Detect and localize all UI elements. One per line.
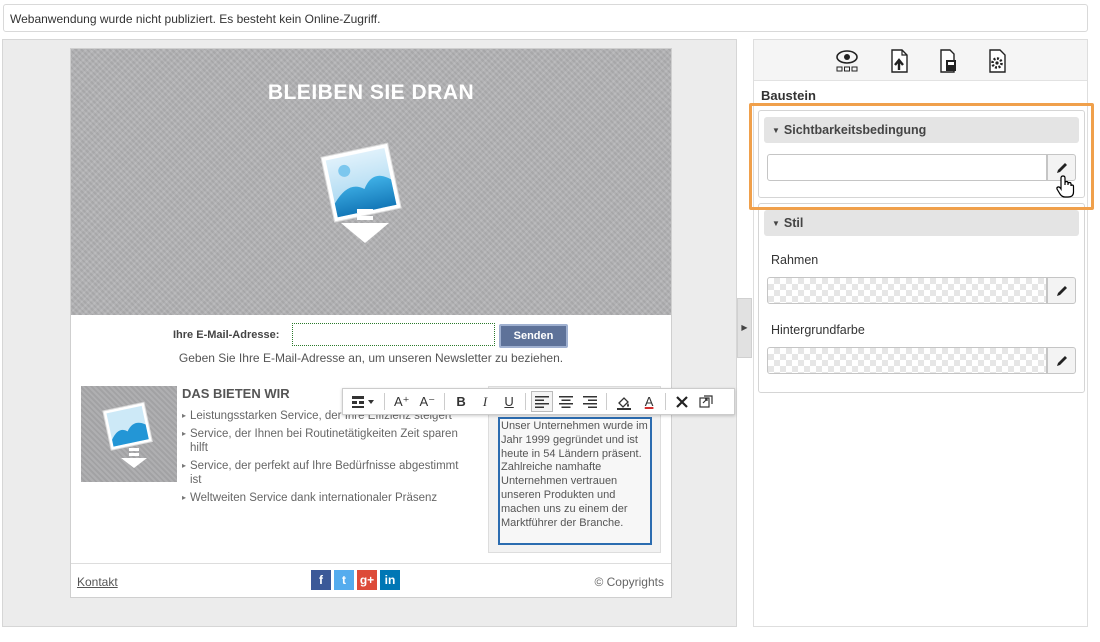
offer-title: DAS BIETEN WIR <box>182 386 290 401</box>
border-label: Rahmen <box>771 253 819 267</box>
insert-element-button[interactable] <box>347 391 379 412</box>
signup-help-text: Geben Sie Ihre E-Mail-Adresse an, um uns… <box>178 351 564 365</box>
panel-heading: Baustein <box>761 88 816 103</box>
border-input[interactable] <box>767 277 1047 304</box>
twitter-icon[interactable]: t <box>334 570 354 590</box>
panel-collapse-toggle[interactable]: ▶ <box>737 298 752 358</box>
list-item: Service, der perfekt auf Ihre Bedürfniss… <box>182 459 472 487</box>
background-color-edit-button[interactable] <box>1047 347 1076 374</box>
about-text-editable[interactable]: Unser Unternehmen wurde im Jahr 1999 geg… <box>498 417 652 545</box>
highlight-color-button[interactable] <box>612 391 636 412</box>
facebook-icon[interactable]: f <box>311 570 331 590</box>
close-icon <box>676 395 688 408</box>
hero-block[interactable]: BLEIBEN SIE DRAN <box>71 49 671 315</box>
contact-link[interactable]: Kontakt <box>77 575 118 589</box>
list-item: Weltweiten Service dank internationaler … <box>182 491 472 505</box>
focus-highlight-frame <box>749 103 1094 210</box>
font-size-decrease-button[interactable]: A⁻ <box>416 391 440 412</box>
align-center-button[interactable] <box>555 391 577 412</box>
email-template: BLEIBEN SIE DRAN Ihre E-Mail-Adresse: Se… <box>70 48 672 598</box>
align-left-button[interactable] <box>531 391 554 412</box>
style-section-header[interactable]: ▼ Stil <box>764 210 1079 236</box>
pencil-icon <box>1056 285 1067 296</box>
social-icons: f t g+ in <box>311 570 400 590</box>
align-left-icon <box>535 395 550 408</box>
google-plus-icon[interactable]: g+ <box>357 570 377 590</box>
clipboard-document-icon[interactable] <box>935 48 961 74</box>
image-placeholder-icon <box>102 401 153 468</box>
background-color-input[interactable] <box>767 347 1047 374</box>
signup-row: Ihre E-Mail-Adresse: Senden <box>71 323 671 348</box>
send-button[interactable]: Senden <box>499 324 568 348</box>
list-item: Service, der Ihnen bei Routinetätigkeite… <box>182 427 472 455</box>
bold-button[interactable]: B <box>450 391 472 412</box>
text-color-button[interactable]: A <box>638 391 660 412</box>
align-center-icon <box>559 395 574 408</box>
copyright-text: © Copyrights <box>594 575 664 589</box>
panel-toolbar <box>754 40 1087 81</box>
offer-image[interactable] <box>81 386 177 482</box>
offer-list: Leistungsstarken Service, der Ihre Effiz… <box>182 409 472 509</box>
style-section: ▼ Stil Rahmen Hintergrundfarbe <box>758 203 1085 393</box>
pencil-icon <box>1056 355 1067 366</box>
toolbar-divider <box>606 393 608 410</box>
style-section-title: Stil <box>783 216 804 230</box>
paint-bucket-icon <box>617 396 632 410</box>
email-input[interactable] <box>292 323 495 346</box>
email-editor-canvas[interactable]: BLEIBEN SIE DRAN Ihre E-Mail-Adresse: Se… <box>2 39 737 627</box>
hero-title: BLEIBEN SIE DRAN <box>267 81 475 104</box>
align-right-icon <box>583 395 598 408</box>
publication-notice: Webanwendung wurde nicht publiziert. Es … <box>3 4 1088 32</box>
email-label: Ihre E-Mail-Adresse: <box>173 329 280 341</box>
insert-element-icon <box>352 395 374 408</box>
toolbar-divider <box>444 393 446 410</box>
export-document-icon[interactable] <box>886 48 912 74</box>
text-format-toolbar: A⁺ A⁻ B I U A <box>342 388 735 415</box>
source-code-button[interactable] <box>695 391 718 412</box>
remove-format-button[interactable] <box>671 391 693 412</box>
font-size-increase-button[interactable]: A⁺ <box>390 391 414 412</box>
border-edit-button[interactable] <box>1047 277 1076 304</box>
footer-divider <box>71 563 671 564</box>
image-placeholder-icon <box>320 142 402 243</box>
hand-cursor-icon <box>1056 175 1075 198</box>
collapse-caret-icon: ▼ <box>772 219 780 228</box>
source-code-icon <box>699 395 713 408</box>
toolbar-divider <box>384 393 385 410</box>
linkedin-icon[interactable]: in <box>380 570 400 590</box>
toolbar-divider <box>665 393 667 410</box>
italic-button[interactable]: I <box>474 391 496 412</box>
background-color-label: Hintergrundfarbe <box>771 323 865 337</box>
toolbar-divider <box>525 393 527 410</box>
align-right-button[interactable] <box>579 391 601 412</box>
underline-button[interactable]: U <box>498 391 520 412</box>
eye-icon[interactable] <box>834 48 860 74</box>
document-settings-icon[interactable] <box>984 48 1010 74</box>
